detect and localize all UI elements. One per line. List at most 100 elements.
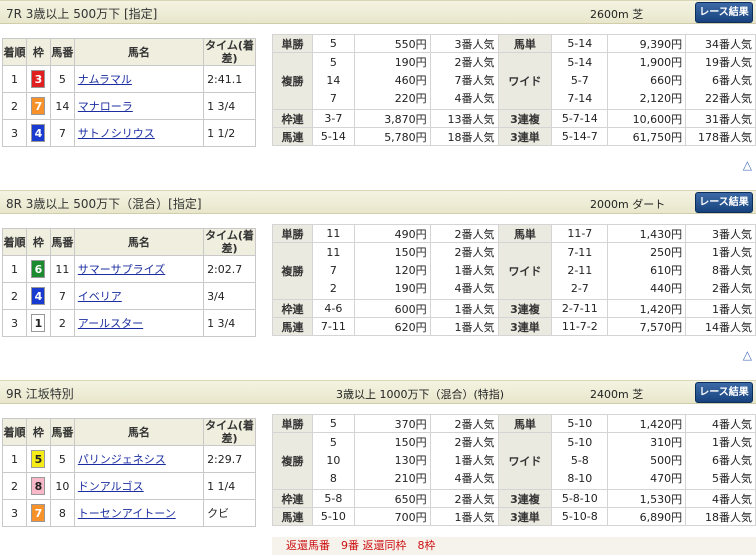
- race-distance: 2400m 芝: [590, 388, 644, 401]
- wide-kumi-item: 8-10: [567, 472, 593, 485]
- race-distance: 2600m 芝: [590, 8, 644, 21]
- table-row: 1 6 11 サマーサプライズ 2:02.7: [2, 255, 256, 283]
- result-table: 着順 枠 馬番 馬名 タイム(着差) 1 5 5 パリンジェネシス 2:29.7…: [2, 418, 256, 527]
- sanfuku-ninki: 4番人気: [685, 489, 756, 508]
- umatan-label: 馬単: [497, 34, 553, 53]
- horse-name-link[interactable]: ドンアルゴス: [78, 480, 144, 493]
- santan-yen: 61,750円: [607, 127, 687, 146]
- table-row: 1 3 5 ナムラマル 2:41.1: [2, 65, 256, 93]
- wakuren-yen: 600円: [353, 299, 431, 318]
- fukusho-yen-item: 150円: [394, 246, 427, 259]
- umaban-cell: 7: [49, 282, 75, 310]
- table-row: 2 7 14 マナローラ 1 3/4: [2, 92, 256, 120]
- fukusho-ninki-item: 7番人気: [454, 74, 495, 87]
- wide-yen: 250円 610円 440円: [607, 242, 687, 300]
- umaren-kumi: 7-11: [311, 317, 355, 336]
- rank-header: 着順: [2, 38, 27, 66]
- wakuren-kumi: 5-8: [311, 489, 355, 508]
- sanfuku-label: 3連複: [497, 489, 553, 508]
- umatan-kumi: 5-14: [551, 34, 609, 53]
- fukusho-kumi: 5 14 7: [311, 52, 355, 110]
- umaren-kumi: 5-14: [311, 127, 355, 146]
- fukusho-yen-item: 460円: [394, 74, 427, 87]
- rank-cell: 3: [2, 499, 27, 527]
- santan-label: 3連単: [497, 127, 553, 146]
- wakuren-ninki: 2番人気: [429, 489, 499, 508]
- wide-ninki: 1番人気 6番人気 5番人気: [685, 432, 756, 490]
- wakuren-kumi: 3-7: [311, 109, 355, 128]
- umatan-yen: 1,430円: [607, 224, 687, 243]
- wakuren-yen: 3,870円: [353, 109, 431, 128]
- tansho-label: 単勝: [272, 414, 313, 433]
- umatan-ninki: 3番人気: [685, 224, 756, 243]
- horse-name-link[interactable]: アールスター: [78, 317, 143, 330]
- santan-ninki: 178番人気: [685, 127, 756, 146]
- santan-kumi: 11-7-2: [551, 317, 609, 336]
- umatan-label: 馬単: [497, 414, 553, 433]
- umatan-ninki: 4番人気: [685, 414, 756, 433]
- horse-name-link[interactable]: パリンジェネシス: [78, 453, 166, 466]
- horse-name-link[interactable]: マナローラ: [78, 100, 133, 113]
- umaban-cell: 5: [49, 65, 75, 93]
- umaban-cell: 10: [49, 472, 75, 500]
- horse-name-link[interactable]: ナムラマル: [78, 73, 132, 86]
- race-result-button[interactable]: レース結果: [695, 2, 753, 23]
- wide-yen-item: 500円: [650, 454, 683, 467]
- sanfuku-kumi: 5-7-14: [551, 109, 609, 128]
- time-cell: 2:29.7: [203, 445, 256, 473]
- wide-label: ワイド: [497, 52, 553, 110]
- umaren-label: 馬連: [272, 507, 313, 526]
- page-top-icon[interactable]: △: [743, 158, 752, 172]
- wide-yen-item: 250円: [650, 246, 683, 259]
- tansho-yen: 490円: [353, 224, 431, 243]
- fukusho-yen-item: 220円: [394, 92, 427, 105]
- fukusho-ninki-item: 4番人気: [454, 282, 495, 295]
- table-row: 3 7 8 トーセンアイトーン クビ: [2, 499, 256, 527]
- time-cell: 3/4: [203, 282, 256, 310]
- wide-ninki-item: 6番人気: [712, 454, 752, 467]
- page-top-icon[interactable]: △: [743, 348, 752, 362]
- sanfuku-yen: 1,530円: [607, 489, 687, 508]
- waku-badge: 4: [31, 124, 46, 142]
- umaban-cell: 2: [49, 309, 75, 337]
- table-row: 1 5 5 パリンジェネシス 2:29.7: [2, 445, 256, 473]
- fukusho-yen-item: 190円: [394, 282, 427, 295]
- wide-yen-item: 440円: [650, 282, 683, 295]
- horse-name-link[interactable]: サマーサプライズ: [78, 263, 165, 276]
- race-result-button[interactable]: レース結果: [695, 192, 753, 213]
- wakuren-ninki: 13番人気: [429, 109, 499, 128]
- fukusho-label: 複勝: [272, 242, 313, 300]
- wide-yen-item: 310円: [650, 436, 683, 449]
- umaban-header: 馬番: [49, 418, 75, 446]
- umatan-yen: 1,420円: [607, 414, 687, 433]
- horse-name-link[interactable]: トーセンアイトーン: [78, 507, 176, 520]
- waku-cell: 4: [25, 282, 51, 310]
- horse-name-link[interactable]: サトノシリウス: [78, 127, 155, 140]
- horse-name-header: 馬名: [73, 38, 205, 66]
- fukusho-ninki-item: 4番人気: [454, 92, 495, 105]
- santan-yen: 7,570円: [607, 317, 687, 336]
- wide-ninki-item: 22番人気: [705, 92, 752, 105]
- wide-yen-item: 2,120円: [639, 92, 683, 105]
- tansho-kumi: 11: [311, 224, 355, 243]
- sanfuku-ninki: 1番人気: [685, 299, 756, 318]
- wide-yen-item: 610円: [650, 264, 683, 277]
- race-result-button[interactable]: レース結果: [695, 382, 753, 403]
- time-header: タイム(着差): [203, 38, 256, 66]
- race-distance: 2000m ダート: [590, 198, 666, 211]
- result-table: 着順 枠 馬番 馬名 タイム(着差) 1 6 11 サマーサプライズ 2:02.…: [2, 228, 256, 337]
- wide-kumi: 5-10 5-8 8-10: [551, 432, 609, 490]
- time-cell: 1 3/4: [203, 309, 256, 337]
- race-title: 8R 3歳以上 500万下（混合）[指定]: [6, 197, 202, 211]
- horse-name-link[interactable]: イベリア: [78, 290, 122, 303]
- umaren-ninki: 1番人気: [429, 317, 499, 336]
- rank-cell: 1: [2, 445, 27, 473]
- tansho-ninki: 2番人気: [429, 414, 499, 433]
- wide-ninki-item: 5番人気: [712, 472, 752, 485]
- waku-badge: 7: [31, 504, 46, 522]
- tansho-yen: 370円: [353, 414, 431, 433]
- wide-kumi-item: 2-11: [567, 264, 593, 277]
- rank-cell: 1: [2, 65, 27, 93]
- horse-name-header: 馬名: [73, 228, 205, 256]
- horse-name-cell: ドンアルゴス: [73, 472, 205, 500]
